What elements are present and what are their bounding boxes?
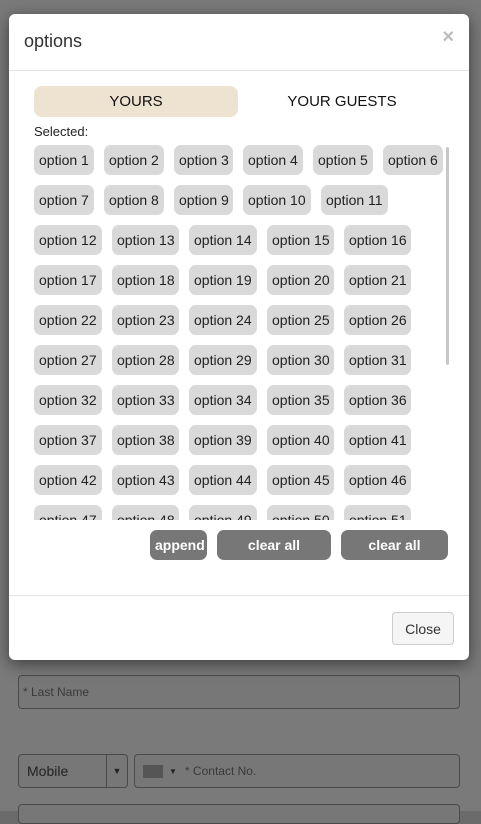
option-chip[interactable]: option 47 [34, 505, 102, 520]
option-chip[interactable]: option 29 [189, 345, 257, 375]
option-chip[interactable]: option 28 [112, 345, 179, 375]
options-list[interactable]: option 1 option 2 option 3 option 4 option 5… [31, 138, 451, 520]
option-chip[interactable]: option 16 [344, 225, 411, 255]
option-chip[interactable]: option 13 [112, 225, 179, 255]
option-chip[interactable]: option 15 [267, 225, 334, 255]
option-chip[interactable]: option 44 [189, 465, 257, 495]
option-chip[interactable]: option 10 [243, 185, 311, 215]
next-field[interactable] [18, 804, 460, 824]
clear-all-selected-button[interactable]: clear all selected [217, 530, 331, 583]
option-chip[interactable]: option 4 [243, 145, 303, 175]
options-modal: options × YOURS YOUR GUESTS Selected: op… [9, 14, 469, 660]
option-chip[interactable]: option 27 [34, 345, 102, 375]
option-chip[interactable]: option 40 [267, 425, 334, 455]
last-name-field[interactable]: * Last Name [18, 675, 460, 709]
option-chip[interactable]: option 11 [321, 185, 388, 215]
option-chip[interactable]: option 18 [112, 265, 179, 295]
option-chip[interactable]: option 42 [34, 465, 102, 495]
modal-title: options [24, 31, 83, 51]
append-button[interactable]: append [150, 530, 207, 560]
modal-header: options × [9, 14, 469, 71]
option-chip[interactable]: option 38 [112, 425, 179, 455]
option-chip[interactable]: option 20 [267, 265, 334, 295]
option-chip[interactable]: option 34 [189, 385, 257, 415]
tab-your-guests[interactable]: YOUR GUESTS [240, 86, 444, 117]
option-chip[interactable]: option 33 [112, 385, 179, 415]
option-chip[interactable]: option 19 [189, 265, 257, 295]
contact-placeholder: * Contact No. [184, 764, 257, 778]
option-chip[interactable]: option 45 [267, 465, 334, 495]
option-chip[interactable]: option 21 [344, 265, 411, 295]
option-chip[interactable]: option 51 [344, 505, 411, 520]
option-chip[interactable]: option 43 [112, 465, 179, 495]
option-chip[interactable]: option 32 [34, 385, 102, 415]
option-chip[interactable]: option 39 [189, 425, 257, 455]
phone-type-select[interactable]: Mobile ▼ [18, 754, 128, 788]
contact-number-field[interactable]: ▼ * Contact No. [134, 754, 460, 788]
options-scrollbar[interactable] [446, 147, 449, 365]
option-chip[interactable]: option 1 [34, 145, 94, 175]
option-chip[interactable]: option 26 [344, 305, 411, 335]
tabs: YOURS YOUR GUESTS [34, 86, 444, 117]
option-chip[interactable]: option 49 [189, 505, 257, 520]
option-chip[interactable]: option 30 [267, 345, 334, 375]
option-chip[interactable]: option 5 [313, 145, 373, 175]
option-chip[interactable]: option 46 [344, 465, 411, 495]
phone-type-value: Mobile [27, 763, 69, 779]
selected-label: Selected: [34, 124, 89, 139]
option-chip[interactable]: option 8 [104, 185, 164, 215]
option-chip[interactable]: option 9 [174, 185, 233, 215]
close-button[interactable]: Close [392, 612, 454, 645]
clear-all-buttons-button[interactable]: clear all buttons [341, 530, 448, 583]
option-chip[interactable]: option 31 [344, 345, 411, 375]
option-chip[interactable]: option 50 [267, 505, 334, 520]
caret-down-icon: ▼ [169, 766, 177, 776]
option-chip[interactable]: option 35 [267, 385, 334, 415]
close-icon[interactable]: × [442, 26, 454, 49]
option-chip[interactable]: option 14 [189, 225, 257, 255]
option-chip[interactable]: option 3 [174, 145, 233, 175]
tab-yours[interactable]: YOURS [34, 86, 238, 117]
option-chip[interactable]: option 48 [112, 505, 179, 520]
option-chip[interactable]: option 37 [34, 425, 102, 455]
option-chip[interactable]: option 24 [189, 305, 257, 335]
option-chip[interactable]: option 17 [34, 265, 102, 295]
option-chip[interactable]: option 7 [34, 185, 94, 215]
option-chip[interactable]: option 25 [267, 305, 334, 335]
option-chip[interactable]: option 6 [383, 145, 443, 175]
option-chip[interactable]: option 12 [34, 225, 102, 255]
option-chip[interactable]: option 22 [34, 305, 102, 335]
modal-footer: Close [9, 595, 469, 661]
chevron-down-icon: ▼ [106, 755, 127, 787]
option-chip[interactable]: option 36 [344, 385, 411, 415]
option-chip[interactable]: option 23 [112, 305, 179, 335]
option-chip[interactable]: option 41 [344, 425, 411, 455]
option-chip[interactable]: option 2 [104, 145, 164, 175]
flag-icon[interactable] [143, 764, 163, 778]
